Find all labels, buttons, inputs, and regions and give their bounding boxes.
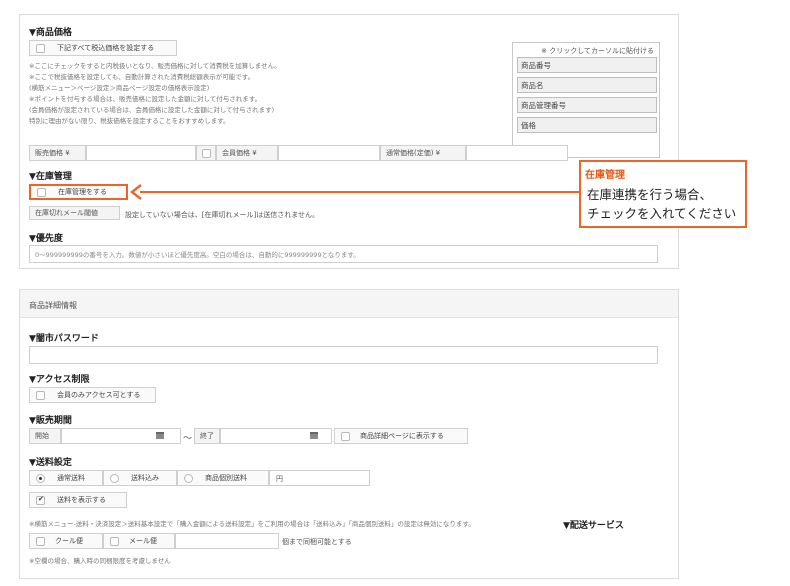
tax-included-label: 下記すべて税込価格を設定する	[57, 44, 155, 52]
stock-heading: ▼在庫管理	[29, 172, 72, 182]
stock-callout: 在庫管理 在庫連携を行う場合、 チェックを入れてください	[579, 160, 747, 228]
keyword-item-product-number[interactable]: 商品番号	[517, 57, 657, 73]
price-note-2: ※ここで税抜価格を設定しても、自動計算された消費税総額表示が可能です。	[29, 73, 255, 81]
period-tilde: ～	[183, 434, 193, 444]
period-heading: ▼販売期間	[29, 416, 72, 426]
price-note-1: ※ここにチェックをすると内税扱いとなり、販売価格に対して消費税を加算しません。	[29, 62, 281, 70]
regular-price-input[interactable]	[466, 145, 568, 161]
show-detail-button[interactable]: 商品詳細ページに表示する	[334, 428, 468, 444]
price-note-3: (横筋メニュー＞ページ設定＞商品ページ設定の価格表示設定)	[29, 84, 210, 92]
priority-input[interactable]: 0～999999999の番号を入力。数値が小さいほど優先度高。空白の場合は、自動…	[29, 245, 658, 263]
mail-option[interactable]: メール便	[103, 533, 175, 549]
tax-included-checkbox[interactable]	[36, 43, 45, 53]
cool-option[interactable]: クール便	[29, 533, 103, 549]
show-detail-checkbox[interactable]	[341, 431, 350, 441]
shipping-heading: ▼送料設定	[29, 458, 72, 468]
start-label: 開始	[29, 428, 61, 444]
delivery-heading: ▼配送サービス	[563, 521, 624, 531]
sale-price-input[interactable]	[86, 145, 196, 161]
keyword-item-management-number[interactable]: 商品管理番号	[517, 97, 657, 113]
password-input[interactable]	[29, 346, 658, 364]
callout-arrow	[130, 184, 580, 200]
stock-threshold-label: 在庫切れメール閾値	[29, 206, 120, 220]
detail-panel-header	[20, 290, 678, 318]
ship-included-option[interactable]: 送料込み	[103, 470, 177, 486]
end-calendar-icon[interactable]	[310, 432, 318, 439]
bundle-label: 個まで同梱可能とする	[282, 538, 352, 546]
ship-included-radio[interactable]	[110, 473, 119, 483]
ship-individual-input[interactable]	[269, 470, 370, 486]
show-detail-label: 商品詳細ページに表示する	[360, 432, 444, 440]
member-only-label: 会員のみアクセス可とする	[57, 391, 141, 399]
ship-individual-label: 商品個別送料	[205, 474, 247, 482]
stock-manage-button[interactable]: 在庫管理をする	[29, 184, 128, 200]
priority-heading: ▼優先度	[29, 234, 63, 244]
member-price-checkbox[interactable]	[202, 148, 211, 158]
bundle-count-input[interactable]	[175, 533, 279, 549]
callout-line-1: 在庫連携を行う場合、	[587, 187, 713, 202]
access-heading: ▼アクセス制限	[29, 375, 90, 385]
bundle-note: ※空欄の場合、購入時の同梱限度を考慮しません	[29, 557, 171, 565]
ship-normal-option[interactable]: 通常送料	[29, 470, 103, 486]
mail-checkbox[interactable]	[110, 536, 119, 546]
password-heading: ▼闇市パスワード	[29, 334, 99, 344]
show-shipping-checkbox[interactable]	[36, 495, 45, 505]
keyword-paste-box: ※ クリックしてカーソルに貼付ける 商品番号 商品名 商品管理番号 価格	[512, 42, 660, 158]
callout-heading: 在庫管理	[585, 170, 625, 181]
ship-individual-radio[interactable]	[184, 473, 193, 483]
member-only-checkbox[interactable]	[36, 390, 45, 400]
callout-line-2: チェックを入れてください	[587, 206, 737, 221]
member-price-label: 会員価格 ¥	[216, 145, 278, 161]
show-shipping-option[interactable]: 送料を表示する	[29, 492, 127, 508]
ship-normal-label: 通常送料	[57, 474, 85, 482]
ship-individual-option[interactable]: 商品個別送料	[177, 470, 269, 486]
mail-label: メール便	[129, 537, 157, 545]
price-heading: ▼商品価格	[29, 28, 72, 38]
keyword-paste-title: ※ クリックしてカーソルに貼付ける	[541, 47, 654, 55]
regular-price-label: 通常価格(定価) ¥	[380, 145, 466, 161]
detail-panel-title: 商品詳細情報	[29, 301, 77, 310]
shipping-note: ※横筋メニュー-送料・決済設定＞送料基本設定で「購入金額による送料設定」をご利用…	[29, 520, 475, 528]
stock-threshold-note: 設定していない場合は、[在庫切れメール]は送信されません。	[125, 211, 320, 219]
price-note-5: (会員価格が設定されている場合は、会員価格に設定した金額に対して付与されます)	[29, 106, 275, 114]
member-price-checkbox-cell[interactable]	[196, 145, 216, 161]
sale-price-label: 販売価格 ¥	[29, 145, 86, 161]
end-label: 終了	[194, 428, 220, 444]
keyword-item-product-name[interactable]: 商品名	[517, 77, 657, 93]
price-note-4: ※ポイントを付与する場合は、販売価格に設定した金額に対して付与されます。	[29, 95, 262, 103]
member-price-input[interactable]	[278, 145, 380, 161]
yen-unit: 円	[276, 475, 283, 483]
start-calendar-icon[interactable]	[156, 432, 164, 439]
ship-included-label: 送料込み	[131, 474, 159, 482]
callout-body: 在庫連携を行う場合、 チェックを入れてください	[587, 185, 736, 223]
member-only-button[interactable]: 会員のみアクセス可とする	[29, 387, 156, 403]
stock-manage-checkbox[interactable]	[37, 187, 46, 197]
cool-checkbox[interactable]	[36, 536, 45, 546]
stock-manage-label: 在庫管理をする	[58, 188, 107, 196]
keyword-item-price[interactable]: 価格	[517, 117, 657, 133]
show-shipping-label: 送料を表示する	[57, 496, 106, 504]
ship-normal-radio[interactable]	[36, 473, 45, 483]
tax-included-button[interactable]: 下記すべて税込価格を設定する	[29, 40, 177, 56]
price-note-6: 特別に理由がない限り、税抜価格を設定することをおすすめします。	[29, 117, 230, 125]
cool-label: クール便	[55, 537, 83, 545]
